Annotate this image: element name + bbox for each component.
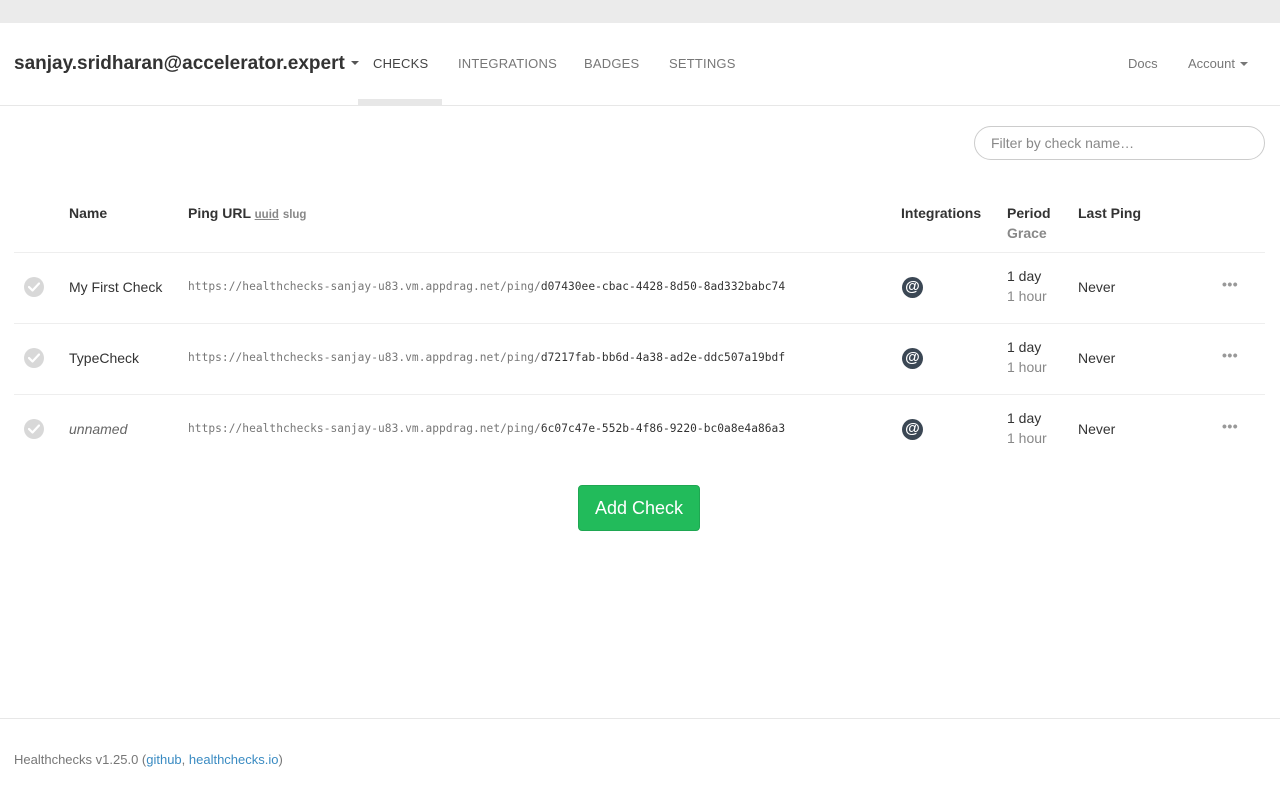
ping-url-base: https://healthchecks-sanjay-u83.vm.appdr… (188, 422, 541, 435)
email-integration-icon[interactable]: @ (902, 277, 923, 298)
add-check-button[interactable]: Add Check (578, 485, 700, 531)
github-link[interactable]: github (146, 752, 181, 767)
header-grace: Grace (1007, 225, 1047, 241)
docs-link[interactable]: Docs (1128, 56, 1158, 71)
ping-url-code: d7217fab-bb6d-4a38-ad2e-ddc507a19bdf (540, 351, 786, 364)
tab-badges[interactable]: BADGES (584, 56, 639, 71)
header-ping-url-label: Ping URL (188, 205, 251, 221)
caret-down-icon (1239, 61, 1248, 66)
filter-input[interactable] (974, 126, 1265, 160)
check-circle-icon (24, 348, 44, 368)
more-options-icon[interactable]: ••• (1222, 418, 1238, 434)
footer: Healthchecks v1.25.0 (github, healthchec… (14, 752, 283, 767)
email-integration-icon[interactable]: @ (902, 419, 923, 440)
email-integration-icon[interactable]: @ (902, 348, 923, 369)
navbar: sanjay.sridharan@accelerator.expert CHEC… (0, 23, 1280, 106)
last-ping-value: Never (1078, 350, 1116, 366)
browser-top-strip (0, 0, 1280, 23)
header-name: Name (69, 205, 108, 221)
table-row[interactable]: My First Check https://healthchecks-sanj… (0, 252, 1280, 323)
account-menu-label: Account (1188, 56, 1235, 71)
period-value: 1 day (1007, 410, 1042, 426)
period-value: 1 day (1007, 268, 1042, 284)
header-period: Period (1007, 205, 1051, 221)
check-circle-icon (24, 277, 44, 297)
ping-url-code: 6c07c47e-552b-4f86-9220-bc0a8e4a86a3 (540, 422, 786, 435)
ping-url[interactable]: https://healthchecks-sanjay-u83.vm.appdr… (188, 422, 785, 435)
ping-url-base: https://healthchecks-sanjay-u83.vm.appdr… (188, 351, 541, 364)
tab-integrations[interactable]: INTEGRATIONS (458, 56, 557, 71)
footer-suffix: ) (278, 752, 283, 767)
account-menu[interactable]: Account (1188, 56, 1248, 71)
footer-divider (0, 718, 1280, 719)
account-email: sanjay.sridharan@accelerator.expert (14, 53, 345, 74)
ping-url-base: https://healthchecks-sanjay-u83.vm.appdr… (188, 280, 541, 293)
header-ping-url: Ping URL uuid slug (188, 205, 306, 221)
more-options-icon[interactable]: ••• (1222, 276, 1238, 292)
last-ping-value: Never (1078, 421, 1116, 437)
footer-version: Healthchecks v1.25.0 ( (14, 752, 147, 767)
table-row[interactable]: TypeCheck https://healthchecks-sanjay-u8… (0, 323, 1280, 394)
url-format-uuid[interactable]: uuid (255, 209, 279, 221)
grace-value: 1 hour (1007, 288, 1047, 304)
check-name[interactable]: unnamed (69, 421, 127, 437)
footer-separator: , (181, 752, 189, 767)
check-circle-icon (24, 419, 44, 439)
account-switcher[interactable]: sanjay.sridharan@accelerator.expert (14, 53, 359, 75)
ping-url-code: d07430ee-cbac-4428-8d50-8ad332babc74 (540, 280, 786, 293)
healthchecks-io-link[interactable]: healthchecks.io (189, 752, 279, 767)
grace-value: 1 hour (1007, 430, 1047, 446)
check-name[interactable]: My First Check (69, 279, 162, 295)
active-tab-indicator (358, 99, 442, 105)
grace-value: 1 hour (1007, 359, 1047, 375)
tab-checks[interactable]: CHECKS (373, 56, 428, 71)
ping-url[interactable]: https://healthchecks-sanjay-u83.vm.appdr… (188, 351, 785, 364)
header-last-ping: Last Ping (1078, 205, 1142, 221)
table-row[interactable]: unnamed https://healthchecks-sanjay-u83.… (0, 394, 1280, 465)
header-integrations: Integrations (901, 205, 982, 221)
url-format-slug[interactable]: slug (283, 209, 307, 221)
last-ping-value: Never (1078, 279, 1116, 295)
tab-settings[interactable]: SETTINGS (669, 56, 736, 71)
check-name[interactable]: TypeCheck (69, 350, 139, 366)
period-value: 1 day (1007, 339, 1042, 355)
ping-url[interactable]: https://healthchecks-sanjay-u83.vm.appdr… (188, 280, 785, 293)
caret-down-icon (350, 60, 359, 65)
more-options-icon[interactable]: ••• (1222, 347, 1238, 363)
